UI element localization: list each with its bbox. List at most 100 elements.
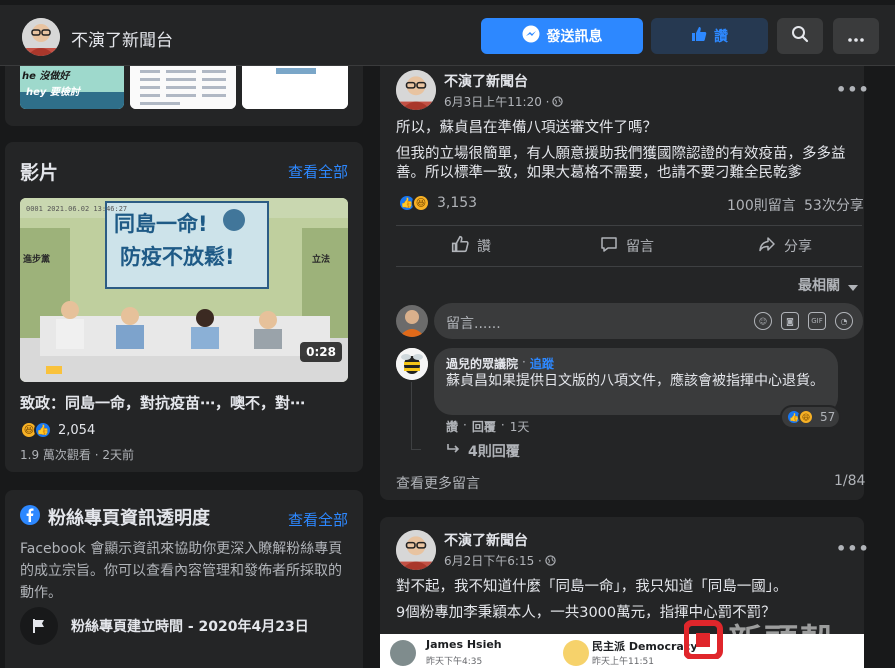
post-text-line: 對不起，我不知道什麼「同島一命」，我只知道「同島一國」。 — [396, 579, 788, 595]
post-comment-button[interactable]: 留言 — [600, 235, 654, 257]
comment-label: 留言 — [626, 239, 654, 255]
post-options-icon[interactable]: ••• — [836, 539, 870, 558]
post-text-body: 但我的立場很簡單，有人願意援助我們獲國際認證的有效疫苗，多多益善。所以標準一致，… — [396, 146, 846, 181]
comment-reaction-count: 57 — [820, 410, 836, 424]
more-options-button[interactable] — [833, 18, 879, 54]
thread-line — [411, 382, 412, 450]
news-watermark-logo: 新頭殼 — [684, 614, 836, 663]
video-thumbnail[interactable]: 0001 2021.06.02 13:46:27 進步黨 立法 同島一命! 防疫… — [20, 198, 348, 382]
video-reactions[interactable]: 😆 👍 2,054 — [20, 421, 95, 439]
comment-text: 蘇貞昌如果提供日文版的八項文件，應該會被指揮中心退貨。 — [446, 373, 824, 389]
divider — [396, 266, 862, 267]
comments-pager: 1/84 — [834, 473, 866, 489]
gif-icon[interactable]: GIF — [808, 312, 826, 330]
facebook-icon — [20, 505, 40, 529]
follow-link[interactable]: 追蹤 — [530, 355, 554, 372]
comment-reply-link[interactable]: 回覆 — [472, 418, 496, 435]
search-icon — [791, 25, 809, 47]
like-label: 讚 — [477, 239, 491, 255]
thread-line — [411, 449, 421, 450]
public-globe-icon — [552, 92, 564, 111]
more-icon — [848, 27, 864, 46]
page-header: 不演了新聞台 發送訊息 讚 — [0, 0, 895, 66]
comment-icon — [600, 235, 618, 257]
svg-text:0001 2021.06.02 13:46:27: 0001 2021.06.02 13:46:27 — [26, 205, 127, 213]
search-button[interactable] — [777, 18, 823, 54]
emoji-icon[interactable]: ☺ — [754, 312, 772, 330]
comment-input-placeholder: 留言...... — [446, 316, 501, 332]
post-reaction-count: 3,153 — [437, 195, 478, 211]
video-duration-badge: 0:28 — [300, 342, 342, 362]
photo-thumbnail[interactable] — [242, 66, 348, 109]
video-title[interactable]: 致政：同島一命，對抗疫苗⋯，噢不，對⋯ — [20, 392, 305, 413]
page-avatar[interactable] — [22, 18, 60, 56]
like-reaction-icon: 👍 — [34, 421, 52, 439]
comment-reactions[interactable]: 👍 😆 57 — [782, 407, 840, 427]
svg-text:立法: 立法 — [312, 253, 330, 265]
view-more-comments-link[interactable]: 查看更多留言 — [396, 473, 480, 493]
video-stats: 1.9 萬次觀看 · 2天前 — [20, 448, 134, 462]
post-text-line: 所以，蘇貞昌在準備八項送審文件了嗎？ — [396, 120, 657, 136]
post-reactions[interactable]: 👍 😆 3,153 — [398, 194, 477, 212]
embedded-avatar — [390, 640, 416, 666]
watermark-text: 新頭殼 — [728, 622, 836, 662]
divider — [396, 225, 862, 226]
photo-thumbnail[interactable] — [130, 66, 236, 109]
reply-arrow-icon — [446, 443, 460, 459]
haha-reaction-icon: 😆 — [798, 409, 814, 425]
post-timestamp[interactable]: 6月2日下午6:15 · — [444, 552, 542, 569]
page-title: 不演了新聞台 — [71, 31, 173, 51]
messenger-icon — [522, 25, 540, 47]
svg-text:進步黨: 進步黨 — [23, 253, 50, 265]
sticker-icon[interactable]: ◔ — [835, 312, 853, 330]
comment-sort-dropdown[interactable]: 最相關 — [798, 275, 858, 295]
page-created-date: 粉絲專頁建立時間 - 2020年4月23日 — [71, 619, 309, 635]
haha-reaction-icon: 😆 — [412, 194, 430, 212]
photos-card: he 沒做好 hey 要檢討 — [5, 66, 363, 126]
video-banner-line: 同島一命! — [114, 212, 208, 236]
photo-thumb-text: he 沒做好 — [22, 71, 70, 82]
transparency-card: 粉絲專頁資訊透明度 查看全部 Facebook 會顯示資訊來協助你更深入瞭解粉絲… — [5, 490, 363, 668]
flag-icon — [20, 607, 58, 645]
share-label: 分享 — [784, 239, 812, 255]
transparency-description: Facebook 會顯示資訊來協助你更深入瞭解粉絲專頁的成立宗旨。你可以查看內容… — [20, 541, 343, 601]
post-author-avatar[interactable] — [396, 530, 436, 570]
thumbs-up-icon — [691, 26, 707, 46]
top-comment: 過兒的眾議院 · 追蹤 蘇貞昌如果提供日文版的八項文件，應該會被指揮中心退貨。 — [434, 348, 838, 415]
transparency-title: 粉絲專頁資訊透明度 — [48, 508, 210, 529]
embedded-avatar — [563, 640, 589, 666]
post-like-button[interactable]: 讚 — [451, 235, 491, 257]
like-page-label: 讚 — [714, 29, 728, 45]
like-page-button[interactable]: 讚 — [651, 18, 768, 54]
post-share-button[interactable]: 分享 — [758, 235, 812, 257]
comment-input[interactable]: 留言...... ☺ ◙ GIF ◔ — [434, 303, 863, 339]
share-icon — [758, 235, 776, 257]
embedded-name: 民主派 Democracy — [592, 640, 698, 653]
video-banner-line: 防疫不放鬆! — [120, 245, 235, 269]
post-timestamp[interactable]: 6月3日上午11:20 · — [444, 93, 549, 110]
commenter-avatar[interactable] — [396, 348, 428, 380]
photo-thumb-text: hey 要檢討 — [26, 87, 80, 98]
comment-like-link[interactable]: 讚 — [446, 418, 458, 435]
transparency-see-all-link[interactable]: 查看全部 — [288, 509, 348, 530]
replies-count: 4則回覆 — [468, 444, 520, 460]
post-author-name[interactable]: 不演了新聞台 — [444, 71, 528, 91]
post-author-name[interactable]: 不演了新聞台 — [444, 530, 528, 550]
embedded-name: James Hsieh — [426, 638, 502, 651]
embedded-time: 昨天上午11:51 — [592, 657, 654, 667]
sort-label: 最相關 — [798, 278, 840, 294]
photo-thumbnail[interactable]: he 沒做好 hey 要檢討 — [20, 66, 124, 109]
camera-icon[interactable]: ◙ — [781, 312, 799, 330]
chevron-down-icon — [848, 276, 858, 295]
post-options-icon[interactable]: ••• — [836, 80, 870, 99]
post-comment-count[interactable]: 100則留言 — [727, 195, 796, 215]
view-replies-link[interactable]: 4則回覆 — [446, 441, 520, 461]
comment-author[interactable]: 過兒的眾議院 — [446, 355, 518, 372]
post-share-count[interactable]: 53次分享 — [804, 195, 864, 215]
videos-see-all-link[interactable]: 查看全部 — [288, 161, 348, 182]
thumbs-up-icon — [451, 235, 469, 257]
send-message-button[interactable]: 發送訊息 — [481, 18, 643, 54]
post-author-avatar[interactable] — [396, 70, 436, 110]
comment-time[interactable]: 1天 — [510, 418, 530, 435]
current-user-avatar — [396, 305, 428, 337]
